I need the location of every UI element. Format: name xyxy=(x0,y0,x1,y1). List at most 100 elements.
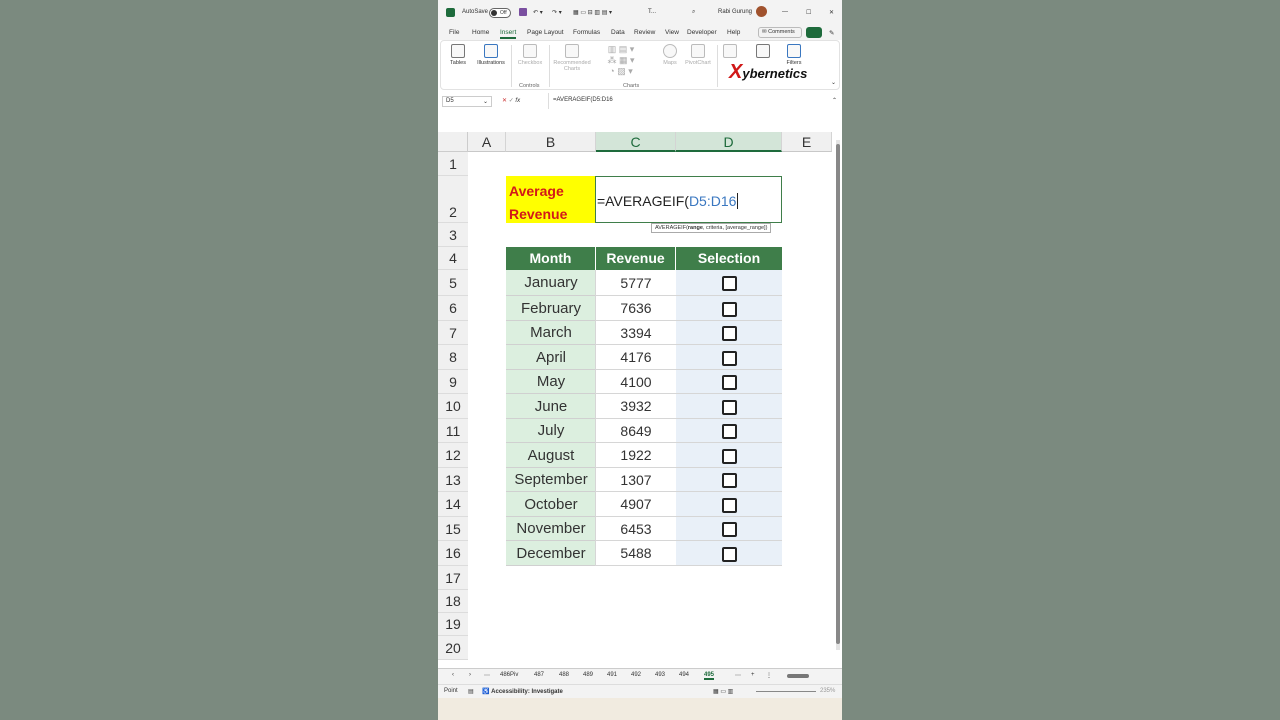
search-trunc[interactable]: T... xyxy=(648,9,656,15)
month-cell[interactable]: September xyxy=(506,468,596,492)
checkbox[interactable] xyxy=(721,448,737,464)
select-all-corner[interactable] xyxy=(438,132,468,152)
sheet-tab[interactable]: 492 xyxy=(631,672,641,678)
checkbox-button[interactable]: Checkbox xyxy=(515,44,545,66)
pen-icon[interactable]: ✎ xyxy=(829,29,834,37)
tab-more-icon[interactable]: ⋯ xyxy=(735,672,741,679)
month-cell[interactable]: August xyxy=(506,443,596,468)
month-cell[interactable]: October xyxy=(506,492,596,517)
horizontal-scrollbar[interactable] xyxy=(783,674,833,679)
zoom-slider[interactable] xyxy=(756,691,816,692)
row-header[interactable]: 10 xyxy=(438,394,468,419)
row-header[interactable]: 20 xyxy=(438,636,468,660)
row-header[interactable]: 3 xyxy=(438,223,468,247)
maps-button[interactable]: Maps xyxy=(659,44,681,66)
row-header[interactable]: 19 xyxy=(438,613,468,636)
expand-formula-icon[interactable]: ⌃ xyxy=(832,97,837,104)
sheet-tab[interactable]: 491 xyxy=(607,672,617,678)
formula-edit-cell[interactable]: =AVERAGEIF(D5:D16 xyxy=(595,176,782,223)
selection-cell[interactable] xyxy=(676,345,782,370)
redo-icon[interactable]: ↷ ▾ xyxy=(552,9,562,16)
accessibility-status[interactable]: ♿ Accessibility: Investigate xyxy=(482,688,563,695)
revenue-cell[interactable]: 3932 xyxy=(595,394,676,419)
menu-insert[interactable]: Insert xyxy=(500,29,517,39)
checkbox[interactable] xyxy=(721,350,737,366)
column-header-d[interactable]: D xyxy=(676,132,782,152)
sheet-tab[interactable]: 486Piv xyxy=(500,672,518,678)
view-buttons[interactable]: ▦ ▭ ▥ xyxy=(713,688,733,695)
menu-help[interactable]: Help xyxy=(727,29,740,36)
selection-cell[interactable] xyxy=(676,468,782,492)
toolbar-icons[interactable]: ▦ ▭ ⊟ ▥ ▤ ▾ xyxy=(573,9,612,16)
average-revenue-label[interactable]: Average Revenue xyxy=(506,176,596,223)
month-cell[interactable]: December xyxy=(506,541,596,566)
selection-cell[interactable] xyxy=(676,517,782,541)
revenue-cell[interactable]: 7636 xyxy=(595,296,676,321)
checkbox[interactable] xyxy=(721,301,737,317)
add-sheet-icon[interactable]: + xyxy=(751,672,755,678)
selection-cell[interactable] xyxy=(676,419,782,443)
month-cell[interactable]: May xyxy=(506,370,596,394)
checkbox[interactable] xyxy=(721,374,737,390)
row-header[interactable]: 2 xyxy=(438,176,468,223)
row-header[interactable]: 12 xyxy=(438,443,468,468)
selection-cell[interactable] xyxy=(676,370,782,394)
menu-developer[interactable]: Developer xyxy=(687,29,717,36)
checkbox[interactable] xyxy=(721,275,737,291)
row-header[interactable]: 17 xyxy=(438,566,468,590)
undo-icon[interactable]: ↶ ▾ xyxy=(533,9,543,16)
month-cell[interactable]: June xyxy=(506,394,596,419)
row-header[interactable]: 11 xyxy=(438,419,468,443)
row-header[interactable]: 15 xyxy=(438,517,468,541)
column-header-e[interactable]: E xyxy=(782,132,832,152)
row-header[interactable]: 8 xyxy=(438,345,468,370)
selection-cell[interactable] xyxy=(676,443,782,468)
checkbox[interactable] xyxy=(721,546,737,562)
tables-button[interactable]: Tables xyxy=(446,44,470,66)
autosave-toggle[interactable]: Off xyxy=(489,8,511,18)
column-header-b[interactable]: B xyxy=(506,132,596,152)
header-month[interactable]: Month xyxy=(506,247,595,270)
checkbox[interactable] xyxy=(721,497,737,513)
row-header[interactable]: 13 xyxy=(438,468,468,492)
comments-button[interactable]: ✉ Comments xyxy=(758,27,802,38)
menu-data[interactable]: Data xyxy=(611,29,625,36)
menu-file[interactable]: File xyxy=(449,29,459,36)
row-header[interactable]: 6 xyxy=(438,296,468,321)
menu-review[interactable]: Review xyxy=(634,29,655,36)
sheet-tab[interactable]: 488 xyxy=(559,672,569,678)
selection-cell[interactable] xyxy=(676,270,782,296)
checkbox[interactable] xyxy=(721,423,737,439)
revenue-cell[interactable]: 1922 xyxy=(595,443,676,468)
chart-types-grid[interactable]: ▥ ▤ ▾ ⁂ ▦ ▾ ◔ ▨ ▾ xyxy=(596,44,646,77)
header-revenue[interactable]: Revenue xyxy=(596,247,675,270)
column-header-c[interactable]: C xyxy=(596,132,676,152)
revenue-cell[interactable]: 8649 xyxy=(595,419,676,443)
row-header[interactable]: 14 xyxy=(438,492,468,517)
header-selection[interactable]: Selection xyxy=(676,247,782,270)
tab-scroll-left-icon[interactable]: ‹ xyxy=(452,672,454,678)
selection-cell[interactable] xyxy=(676,296,782,321)
checkbox[interactable] xyxy=(721,325,737,341)
name-box[interactable]: D5 ⌄ xyxy=(442,96,492,107)
revenue-cell[interactable]: 4907 xyxy=(595,492,676,517)
sheet-tab[interactable]: 487 xyxy=(534,672,544,678)
sheet-tab-active[interactable]: 495 xyxy=(704,672,715,680)
row-header[interactable]: 16 xyxy=(438,541,468,566)
vertical-scrollbar[interactable] xyxy=(836,140,840,650)
revenue-cell[interactable]: 4176 xyxy=(595,345,676,370)
checkbox[interactable] xyxy=(721,399,737,415)
row-header[interactable]: 1 xyxy=(438,152,468,176)
search-icon[interactable]: ⌕ xyxy=(692,9,695,16)
pivotchart-button[interactable]: PivotChart xyxy=(683,44,713,66)
minimize-icon[interactable]: — xyxy=(782,9,788,15)
row-header[interactable]: 7 xyxy=(438,321,468,345)
revenue-cell[interactable]: 5777 xyxy=(595,270,676,296)
selection-cell[interactable] xyxy=(676,541,782,566)
row-header[interactable]: 5 xyxy=(438,270,468,296)
menu-home[interactable]: Home xyxy=(472,29,489,36)
revenue-cell[interactable]: 5488 xyxy=(595,541,676,566)
sparklines-button[interactable] xyxy=(751,44,775,60)
avatar[interactable] xyxy=(756,6,767,17)
month-cell[interactable]: July xyxy=(506,419,596,443)
